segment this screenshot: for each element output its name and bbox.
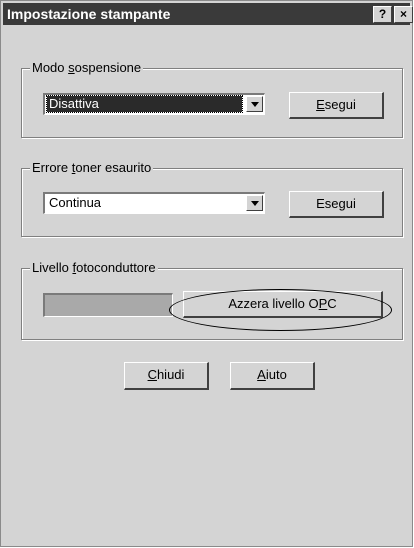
chevron-down-icon[interactable] — [246, 96, 263, 112]
title-bar: Impostazione stampante ? × — [3, 3, 413, 25]
photoconductor-level-bar — [43, 293, 173, 317]
help-dialog-button[interactable]: Aiuto — [230, 362, 315, 390]
close-button[interactable]: Chiudi — [124, 362, 209, 390]
sleep-mode-execute-button[interactable]: Esegui — [289, 92, 384, 119]
toner-error-execute-button[interactable]: Esegui — [289, 191, 384, 218]
photoconductor-label: Livello fotoconduttore — [30, 260, 158, 275]
toner-error-value: Continua — [49, 195, 102, 210]
toner-error-group: Errore toner esaurito Continua Esegui — [21, 160, 403, 237]
sleep-mode-dropdown[interactable]: Disattiva — [43, 93, 265, 115]
help-button[interactable]: ? — [373, 6, 392, 23]
reset-opc-level-button[interactable]: Azzera livello OPC — [183, 291, 383, 318]
printer-settings-dialog: Impostazione stampante ? × Modo sospensi… — [0, 0, 413, 547]
toner-error-dropdown[interactable]: Continua — [43, 192, 265, 214]
window-title: Impostazione stampante — [7, 6, 171, 22]
sleep-mode-group: Modo sospensione Disattiva Esegui — [21, 60, 403, 138]
close-icon: × — [399, 7, 407, 21]
photoconductor-group: Livello fotoconduttore Azzera livello OP… — [21, 260, 403, 340]
chevron-down-icon[interactable] — [246, 195, 263, 211]
sleep-mode-label: Modo sospensione — [30, 60, 144, 75]
toner-error-label: Errore toner esaurito — [30, 160, 154, 175]
close-window-button[interactable]: × — [394, 6, 413, 23]
question-icon: ? — [378, 7, 387, 21]
sleep-mode-value: Disattiva — [46, 95, 243, 113]
